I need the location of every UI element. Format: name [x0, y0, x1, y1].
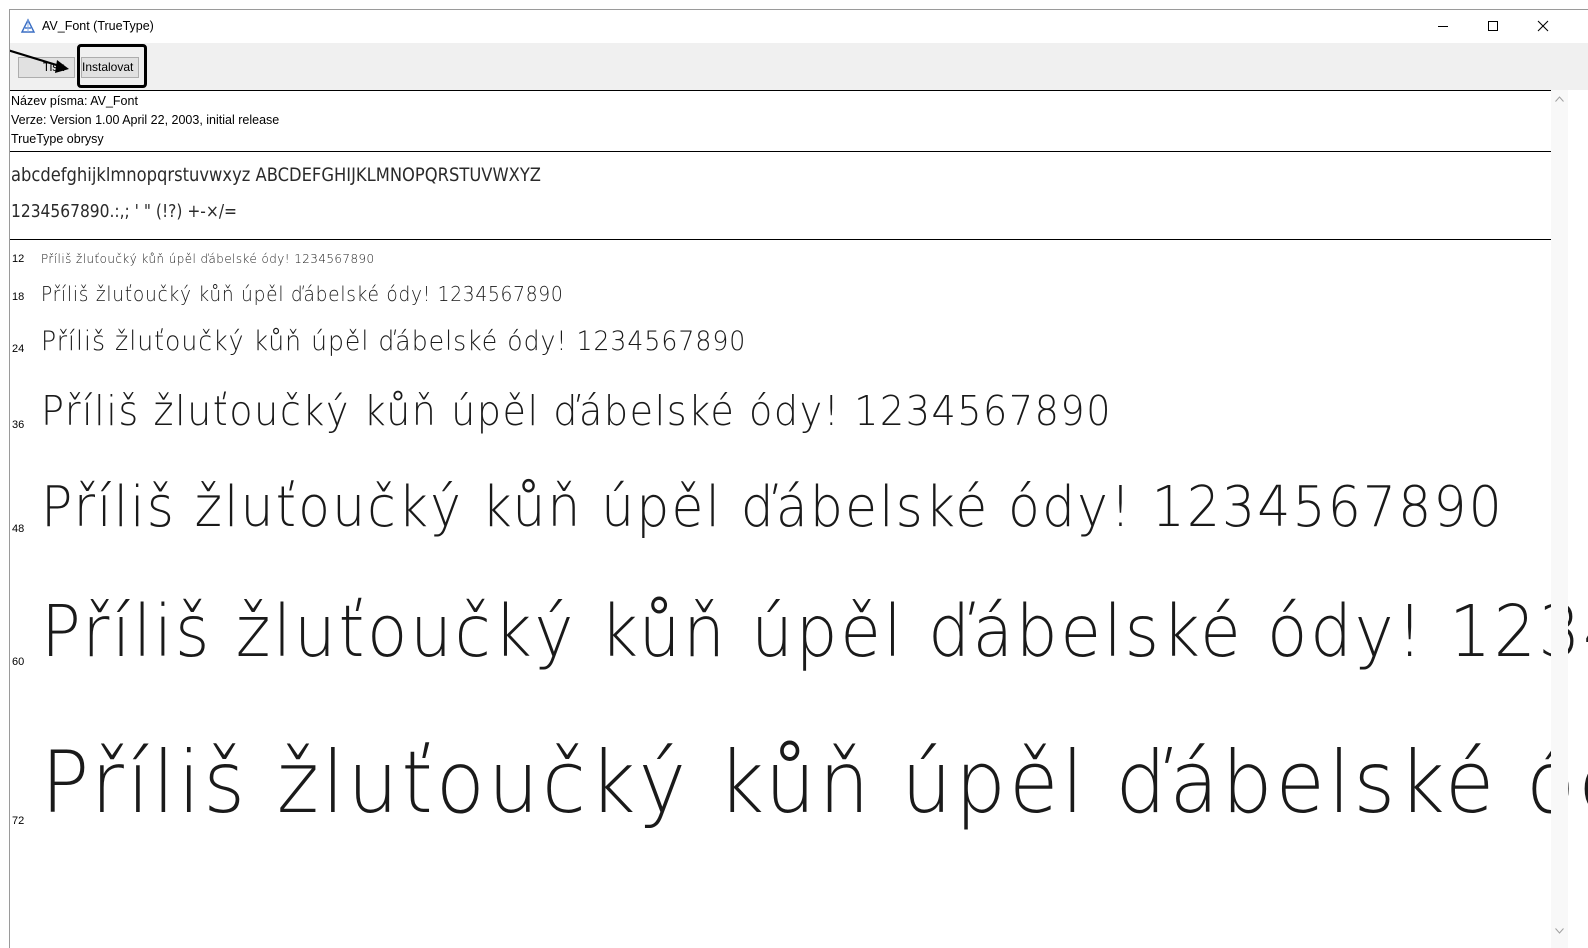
toolbar-divider — [10, 90, 1551, 91]
font-outline-type: TrueType obrysy — [11, 132, 104, 146]
size-label: 18 — [12, 291, 25, 303]
install-highlight-box — [77, 44, 147, 88]
sample-text: Příliš žluťoučký kůň úpěl ďábelské ódy! … — [41, 387, 1112, 435]
size-label: 36 — [12, 419, 25, 431]
maximize-icon — [1488, 21, 1498, 31]
maximize-button[interactable] — [1470, 10, 1516, 43]
close-icon — [1537, 20, 1549, 32]
scroll-up-icon[interactable] — [1555, 96, 1564, 102]
font-preview-window: AV_Font (TrueType) Tisk Instalovat Název… — [9, 9, 1588, 948]
toolbar: Tisk Instalovat — [10, 43, 1588, 90]
title-bar[interactable]: AV_Font (TrueType) — [10, 10, 1588, 43]
sample-text: Příliš žluťoučký kůň úpěl ďábelské ódy! … — [41, 282, 564, 306]
charset-symbols: 1234567890.:,; ' " (!?) +-×/= — [11, 201, 238, 222]
font-file-icon — [20, 18, 36, 34]
vertical-scrollbar[interactable] — [1551, 90, 1568, 948]
pointer-arrow-icon — [10, 49, 69, 73]
font-name: Název písma: AV_Font — [11, 94, 138, 108]
size-label: 48 — [12, 523, 25, 535]
size-label: 12 — [12, 253, 25, 265]
sample-text: Příliš žluťoučký kůň úpěl ďábelské ódy! … — [41, 251, 375, 266]
sample-text: Příliš žluťoučký kůň úpěl ďábelské ódy! … — [41, 590, 1588, 673]
charset-letters: abcdefghijklmnopqrstuvwxyz ABCDEFGHIJKLM… — [11, 164, 542, 186]
size-label: 24 — [12, 343, 25, 355]
minimize-button[interactable] — [1420, 10, 1466, 43]
size-label: 72 — [12, 815, 25, 827]
window-title: AV_Font (TrueType) — [42, 19, 154, 33]
minimize-icon — [1438, 26, 1448, 27]
close-button[interactable] — [1520, 10, 1566, 43]
sample-text: Příliš žluťoučký kůň úpěl ďábelské ódy! … — [41, 475, 1504, 540]
sample-text: Příliš žluťoučký kůň úpěl ďábelské ódy! … — [41, 733, 1588, 833]
font-version: Verze: Version 1.00 April 22, 2003, init… — [11, 113, 280, 127]
sample-text: Příliš žluťoučký kůň úpěl ďábelské ódy! … — [41, 326, 747, 357]
info-divider — [10, 151, 1551, 152]
scroll-down-icon[interactable] — [1555, 928, 1564, 934]
charset-divider — [10, 239, 1551, 240]
size-label: 60 — [12, 656, 25, 668]
